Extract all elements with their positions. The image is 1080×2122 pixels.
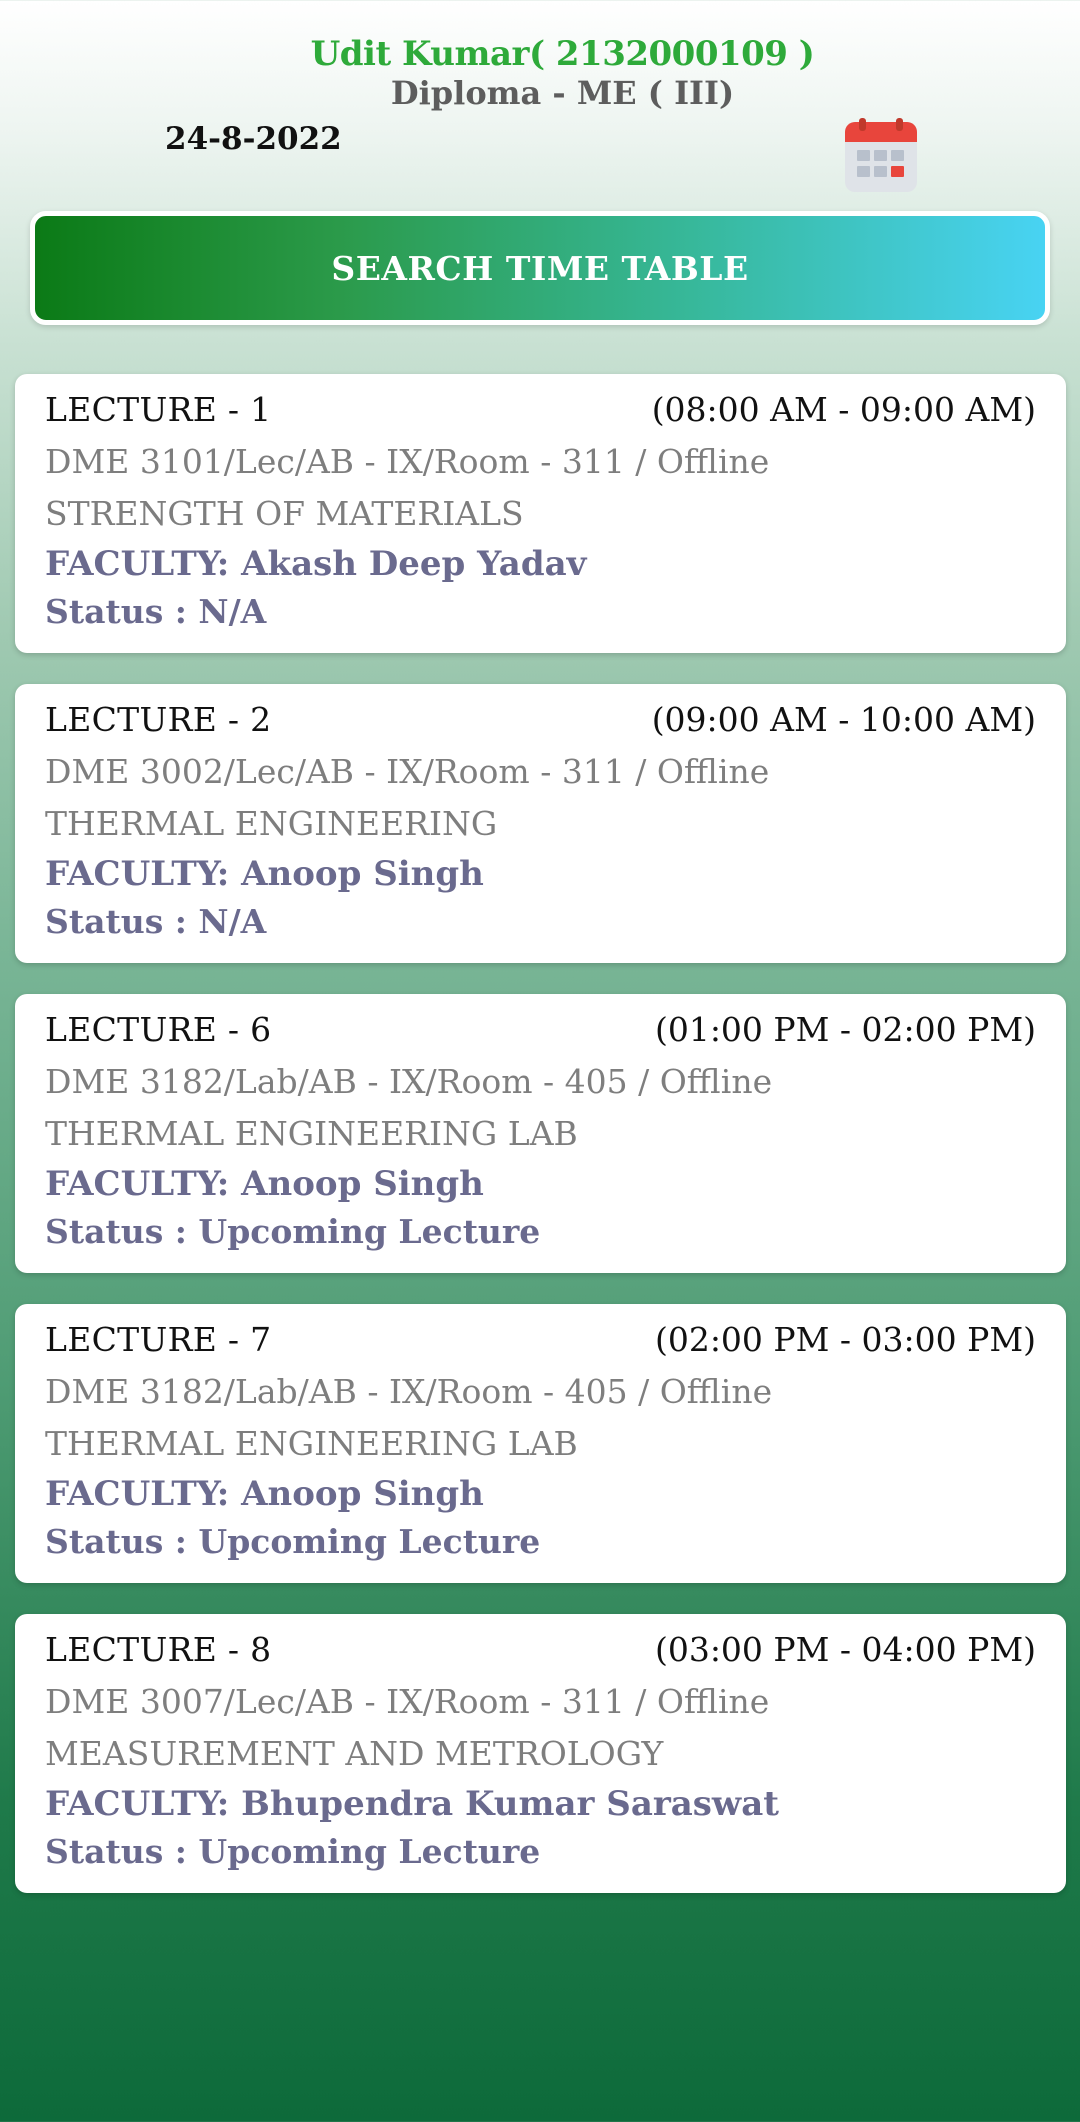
lecture-status: Status : Upcoming Lecture (45, 1832, 541, 1871)
search-time-table-button[interactable]: SEARCH TIME TABLE (30, 211, 1050, 325)
lecture-code: DME 3101/Lec/AB - IX/Room - 311 / Offlin… (45, 442, 770, 481)
lecture-card[interactable]: LECTURE - 2 (09:00 AM - 10:00 AM) DME 30… (15, 684, 1066, 963)
lecture-subject: THERMAL ENGINEERING LAB (45, 1424, 578, 1463)
lecture-title: LECTURE - 7 (45, 1320, 272, 1359)
lecture-card[interactable]: LECTURE - 7 (02:00 PM - 03:00 PM) DME 31… (15, 1304, 1066, 1583)
header: Udit Kumar( 2132000109 ) Diploma - ME ( … (0, 0, 1080, 200)
lecture-code: DME 3007/Lec/AB - IX/Room - 311 / Offlin… (45, 1682, 770, 1721)
lecture-status: Status : N/A (45, 902, 267, 941)
lecture-status: Status : Upcoming Lecture (45, 1212, 541, 1251)
lecture-status: Status : N/A (45, 592, 267, 631)
lecture-faculty: FACULTY: Akash Deep Yadav (45, 544, 587, 584)
lecture-title: LECTURE - 1 (45, 390, 272, 429)
lecture-title: LECTURE - 6 (45, 1010, 272, 1049)
lecture-code: DME 3002/Lec/AB - IX/Room - 311 / Offlin… (45, 752, 770, 791)
lecture-code: DME 3182/Lab/AB - IX/Room - 405 / Offlin… (45, 1062, 773, 1101)
calendar-icon (845, 118, 917, 192)
calendar-button[interactable] (843, 118, 919, 194)
lecture-time: (03:00 PM - 04:00 PM) (654, 1630, 1036, 1669)
lecture-time: (08:00 AM - 09:00 AM) (651, 390, 1036, 429)
student-name: Udit Kumar( 2132000109 ) (310, 34, 815, 74)
program-label: Diploma - ME ( III) (390, 74, 735, 112)
lecture-code: DME 3182/Lab/AB - IX/Room - 405 / Offlin… (45, 1372, 773, 1411)
selected-date[interactable]: 24-8-2022 (165, 121, 342, 157)
lecture-time: (01:00 PM - 02:00 PM) (654, 1010, 1036, 1049)
lecture-status: Status : Upcoming Lecture (45, 1522, 541, 1561)
lecture-subject: MEASUREMENT AND METROLOGY (45, 1734, 664, 1773)
lecture-title: LECTURE - 8 (45, 1630, 272, 1669)
lecture-faculty: FACULTY: Anoop Singh (45, 1474, 484, 1514)
lecture-faculty: FACULTY: Anoop Singh (45, 854, 484, 894)
lecture-subject: STRENGTH OF MATERIALS (45, 494, 524, 533)
lecture-time: (02:00 PM - 03:00 PM) (654, 1320, 1036, 1359)
lecture-faculty: FACULTY: Bhupendra Kumar Saraswat (45, 1784, 779, 1824)
lecture-card[interactable]: LECTURE - 8 (03:00 PM - 04:00 PM) DME 30… (15, 1614, 1066, 1893)
lecture-card[interactable]: LECTURE - 6 (01:00 PM - 02:00 PM) DME 31… (15, 994, 1066, 1273)
lecture-title: LECTURE - 2 (45, 700, 272, 739)
lecture-faculty: FACULTY: Anoop Singh (45, 1164, 484, 1204)
lecture-subject: THERMAL ENGINEERING LAB (45, 1114, 578, 1153)
lecture-subject: THERMAL ENGINEERING (45, 804, 498, 843)
lecture-card[interactable]: LECTURE - 1 (08:00 AM - 09:00 AM) DME 31… (15, 374, 1066, 653)
lecture-time: (09:00 AM - 10:00 AM) (651, 700, 1036, 739)
